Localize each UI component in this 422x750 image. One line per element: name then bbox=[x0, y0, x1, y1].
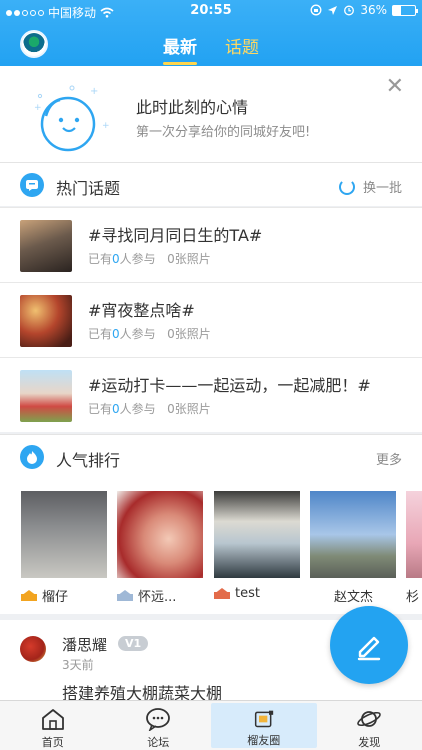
rank-name: 怀远... bbox=[138, 590, 177, 605]
topic-meta: 已有0人参与 0张照片 bbox=[88, 252, 211, 266]
hot-topics-title: 热门话题 bbox=[56, 179, 121, 198]
photo-album-icon bbox=[254, 710, 273, 728]
topic-meta: 已有0人参与 0张照片 bbox=[88, 402, 211, 416]
more-link[interactable]: 更多 bbox=[376, 449, 402, 468]
rank-name: test bbox=[235, 586, 260, 601]
app-header: 中国移动 20:55 36% 最新 话题 bbox=[0, 0, 422, 66]
tab-latest[interactable]: 最新 bbox=[163, 33, 197, 65]
tab-forum-label: 论坛 bbox=[147, 736, 170, 749]
rank-photo bbox=[21, 491, 107, 578]
compose-button[interactable] bbox=[330, 606, 408, 684]
chat-bubble-icon bbox=[146, 708, 171, 731]
tab-discover-label: 发现 bbox=[358, 736, 381, 749]
mood-card[interactable]: + + + 此时此刻的心情 第一次分享给你的同城好友吧! ✕ bbox=[0, 66, 422, 162]
topic-thumbnail bbox=[20, 295, 72, 347]
flame-icon bbox=[20, 445, 44, 469]
refresh-label: 换一批 bbox=[362, 181, 402, 196]
feed-tabs: 最新 话题 bbox=[0, 33, 422, 65]
pencil-icon bbox=[357, 636, 381, 661]
tab-forum[interactable]: 论坛 bbox=[106, 701, 212, 750]
topic-meta: 已有0人参与 0张照片 bbox=[88, 327, 211, 341]
planet-icon bbox=[357, 711, 382, 727]
rank-name: 赵文杰 bbox=[334, 590, 374, 605]
rank-name: 杉 bbox=[406, 590, 420, 605]
level-badge: V1 bbox=[118, 636, 149, 651]
rank-photo bbox=[406, 491, 422, 578]
tab-home-label: 首页 bbox=[41, 736, 64, 749]
popularity-title: 人气排行 bbox=[56, 451, 121, 470]
refresh-icon bbox=[338, 178, 355, 195]
avatar[interactable] bbox=[20, 636, 46, 662]
post-author[interactable]: 潘思耀 bbox=[62, 634, 107, 655]
rank-item[interactable]: 杉 bbox=[406, 491, 422, 605]
topic-item[interactable]: #宵夜整点啥# 已有0人参与 0张照片 bbox=[0, 282, 422, 357]
topic-item[interactable]: #运动打卡——一起运动，一起减肥！# 已有0人参与 0张照片 bbox=[0, 357, 422, 432]
alarm-icon bbox=[344, 5, 355, 16]
lock-rotation-icon bbox=[310, 4, 322, 16]
popularity-list: 榴仔 怀远... test 赵文杰 杉 bbox=[0, 480, 422, 614]
rank-name: 榴仔 bbox=[42, 590, 69, 605]
rank-item[interactable]: 怀远... bbox=[117, 491, 203, 605]
silver-crown-icon bbox=[117, 590, 133, 601]
topic-title: #寻找同月同日生的TA# bbox=[88, 226, 263, 245]
topic-title: #宵夜整点啥# bbox=[88, 301, 195, 320]
battery-icon bbox=[392, 4, 418, 16]
tab-discover[interactable]: 发现 bbox=[317, 701, 422, 750]
svg-text:+: + bbox=[34, 103, 42, 113]
battery-label: 36% bbox=[360, 3, 387, 17]
rank-photo bbox=[310, 491, 396, 578]
tab-circle-label: 榴友圈 bbox=[247, 734, 281, 747]
rank-item[interactable]: 赵文杰 bbox=[310, 491, 396, 605]
location-icon bbox=[328, 5, 338, 15]
bronze-crown-icon bbox=[214, 588, 230, 599]
gold-crown-icon bbox=[21, 590, 37, 601]
refresh-button[interactable]: 换一批 bbox=[338, 177, 402, 196]
tab-topics[interactable]: 话题 bbox=[225, 33, 259, 64]
hot-topics-header: 热门话题 换一批 bbox=[0, 162, 422, 206]
rank-item[interactable]: 榴仔 bbox=[21, 491, 107, 605]
tab-home[interactable]: 首页 bbox=[0, 701, 106, 750]
svg-text:+: + bbox=[102, 121, 110, 131]
close-icon[interactable]: ✕ bbox=[386, 74, 404, 99]
rank-photo bbox=[117, 491, 203, 578]
svg-text:+: + bbox=[90, 86, 98, 97]
topic-icon bbox=[20, 173, 44, 197]
topic-item[interactable]: #寻找同月同日生的TA# 已有0人参与 0张照片 bbox=[0, 207, 422, 282]
mood-title: 此时此刻的心情 bbox=[136, 98, 249, 117]
rank-item[interactable]: test bbox=[214, 491, 300, 601]
rank-photo bbox=[214, 491, 300, 578]
popularity-header: 人气排行 更多 bbox=[0, 434, 422, 480]
mood-subtitle: 第一次分享给你的同城好友吧! bbox=[136, 125, 311, 140]
topic-thumbnail bbox=[20, 220, 72, 272]
status-bar: 中国移动 20:55 36% bbox=[0, 0, 422, 22]
bottom-tab-bar: 首页 论坛 榴友圈 发现 bbox=[0, 700, 422, 750]
home-icon bbox=[41, 709, 64, 730]
post-time: 3天前 bbox=[62, 658, 94, 672]
topic-title: #运动打卡——一起运动，一起减肥！# bbox=[88, 376, 371, 395]
topic-thumbnail bbox=[20, 370, 72, 422]
tab-circle[interactable]: 榴友圈 bbox=[211, 703, 317, 748]
smiley-face-icon: + + + bbox=[34, 85, 110, 152]
